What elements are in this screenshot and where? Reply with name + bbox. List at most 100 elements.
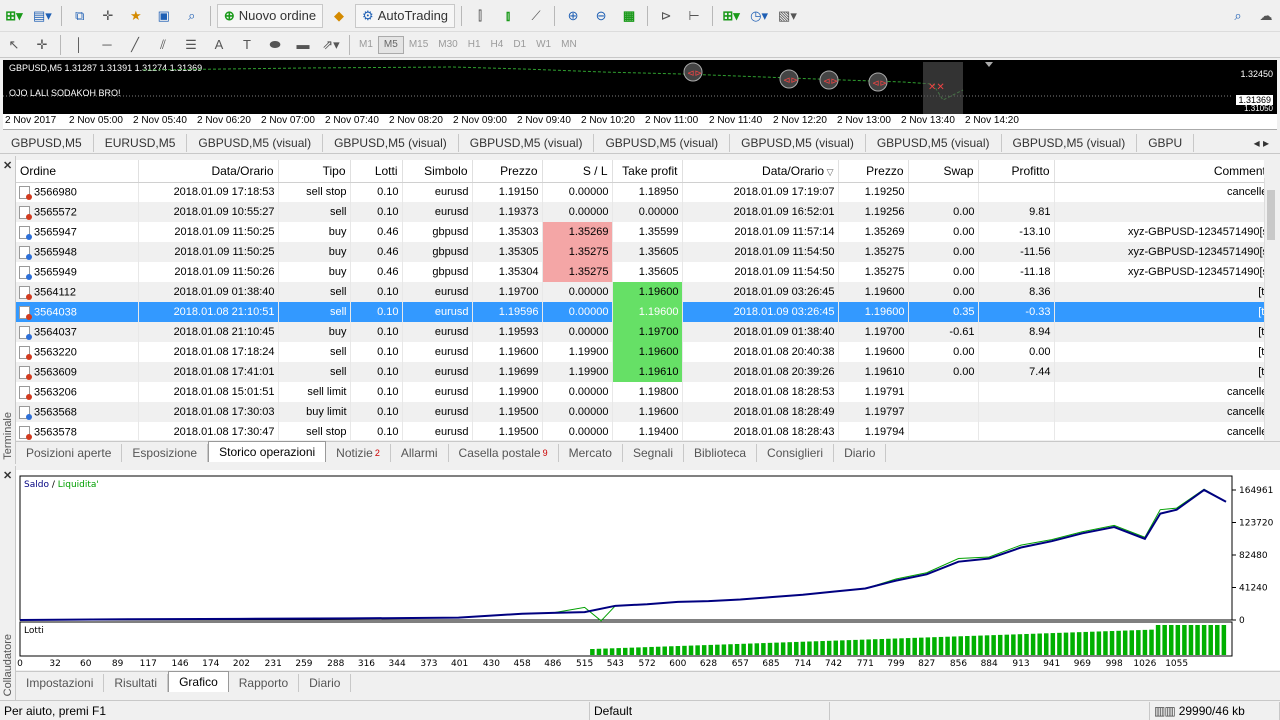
column-header[interactable]: Prezzo: [838, 160, 909, 183]
chart-tab[interactable]: GBPUSD,M5 (visual): [594, 133, 731, 152]
zoom-in-icon[interactable]: ⊕: [561, 4, 585, 28]
chat-icon[interactable]: ☁: [1254, 4, 1278, 28]
timeframe-d1[interactable]: D1: [508, 36, 531, 54]
candlestick-icon[interactable]: ⫾: [496, 4, 520, 28]
tester-tab[interactable]: Rapporto: [229, 673, 300, 692]
arrows-icon[interactable]: ⇗▾: [319, 33, 343, 57]
tester-tab[interactable]: Diario: [299, 673, 352, 692]
timeframe-mn[interactable]: MN: [556, 36, 582, 54]
terminal-icon[interactable]: ▣: [152, 4, 176, 28]
table-row[interactable]: 3563609 2018.01.08 17:41:01 sell 0.10 eurusd…: [16, 362, 1264, 382]
column-header[interactable]: Take profit: [612, 160, 683, 183]
cursor-icon[interactable]: ↖: [2, 33, 26, 57]
equidistant-channel-icon[interactable]: ⫽: [151, 33, 175, 57]
chart-tab[interactable]: GBPUSD,M5 (visual): [187, 133, 324, 152]
data-window-icon[interactable]: ✛: [96, 4, 120, 28]
terminal-close-icon[interactable]: ✕: [3, 159, 12, 172]
table-row[interactable]: 3563568 2018.01.08 17:30:03 buy limit 0.10 e…: [16, 402, 1264, 422]
chart-tab[interactable]: GBPUSD,M5 (visual): [730, 133, 866, 152]
navigator-icon[interactable]: ★: [124, 4, 148, 28]
metaeditor-icon[interactable]: ◆: [327, 4, 351, 28]
tester-tab[interactable]: Impostazioni: [16, 673, 105, 692]
vertical-line-icon[interactable]: │: [67, 33, 91, 57]
terminal-tab[interactable]: Biblioteca: [684, 443, 758, 462]
scrollbar-thumb[interactable]: [1267, 190, 1275, 240]
table-row[interactable]: 3564037 2018.01.08 21:10:45 buy 0.10 eurusd 1…: [16, 322, 1264, 342]
column-header[interactable]: S / L: [542, 160, 613, 183]
terminal-tab[interactable]: Segnali: [623, 443, 685, 462]
terminal-tab[interactable]: Notizie 2: [326, 443, 391, 462]
timeframe-m30[interactable]: M30: [433, 36, 462, 54]
chart-shift-icon[interactable]: ⊢: [682, 4, 706, 28]
table-row[interactable]: 3563220 2018.01.08 17:18:24 sell 0.10 eurusd…: [16, 342, 1264, 362]
timeframe-m15[interactable]: M15: [404, 36, 433, 54]
chart-tab[interactable]: GBPUSD,M5 (visual): [866, 133, 1002, 152]
table-row[interactable]: 3564038 2018.01.08 21:10:51 sell 0.10 eurusd…: [16, 302, 1264, 322]
horizontal-line-icon[interactable]: ─: [95, 33, 119, 57]
column-header[interactable]: Lotti: [350, 160, 403, 183]
periods-icon[interactable]: ◷▾: [747, 4, 771, 28]
column-header[interactable]: Tipo: [278, 160, 351, 183]
timeframe-h1[interactable]: H1: [463, 36, 486, 54]
search-icon[interactable]: ⌕: [1226, 4, 1250, 28]
timeframe-w1[interactable]: W1: [531, 36, 556, 54]
terminal-tab[interactable]: Consiglieri: [757, 443, 835, 462]
price-chart[interactable]: GBPUSD,M5 1.31287 1.31391 1.31274 1.3136…: [3, 60, 1277, 114]
column-header[interactable]: Ordine: [16, 160, 139, 183]
column-header[interactable]: Data/Orario: [138, 160, 279, 183]
terminal-tab[interactable]: Storico operazioni: [208, 441, 327, 462]
terminal-tab[interactable]: Casella postale 9: [449, 443, 559, 462]
fibonacci-icon[interactable]: ☰: [179, 33, 203, 57]
terminal-tab[interactable]: Posizioni aperte: [16, 443, 123, 462]
autotrading-button[interactable]: ⚙ AutoTrading: [355, 3, 456, 28]
tester-tab[interactable]: Grafico: [168, 671, 229, 692]
chart-tab[interactable]: GBPUSD,M5 (visual): [1002, 133, 1138, 152]
auto-scroll-icon[interactable]: ⊳: [654, 4, 678, 28]
terminal-tab[interactable]: Esposizione: [122, 443, 209, 462]
new-order-button[interactable]: ⊕ Nuovo ordine: [216, 3, 324, 28]
crosshair-icon[interactable]: ✛: [30, 33, 54, 57]
tester-tab[interactable]: Risultati: [104, 673, 169, 692]
terminal-tab[interactable]: Allarmi: [391, 443, 449, 462]
table-row[interactable]: 3565949 2018.01.09 11:50:26 buy 0.46 gbpusd 1…: [16, 262, 1264, 282]
tile-windows-icon[interactable]: ▦: [617, 4, 641, 28]
table-row[interactable]: 3565572 2018.01.09 10:55:27 sell 0.10 eurusd…: [16, 202, 1264, 222]
table-row[interactable]: 3566980 2018.01.09 17:18:53 sell stop 0.10 e…: [16, 182, 1264, 202]
market-watch-icon[interactable]: ⧉: [68, 4, 92, 28]
table-row[interactable]: 3563578 2018.01.08 17:30:47 sell stop 0.10 e…: [16, 422, 1264, 440]
column-header[interactable]: Swap: [908, 160, 979, 183]
column-header[interactable]: Commento: [1054, 160, 1264, 183]
timeframe-h4[interactable]: H4: [486, 36, 509, 54]
text-label-icon[interactable]: T: [235, 33, 259, 57]
terminal-scrollbar[interactable]: [1264, 178, 1276, 440]
table-row[interactable]: 3564112 2018.01.09 01:38:40 sell 0.10 eurusd…: [16, 282, 1264, 302]
text-icon[interactable]: A: [207, 33, 231, 57]
chart-tab[interactable]: GBPU: [1137, 133, 1195, 152]
ellipse-icon[interactable]: ⬬: [263, 33, 287, 57]
timeframe-m1[interactable]: M1: [354, 36, 378, 54]
indicators-icon[interactable]: ⊞▾: [719, 4, 743, 28]
terminal-tab[interactable]: Diario: [834, 443, 887, 462]
bar-chart-icon[interactable]: ⫿: [468, 4, 492, 28]
line-chart-icon[interactable]: ⟋: [524, 4, 548, 28]
column-header[interactable]: Simbolo: [402, 160, 473, 183]
column-header[interactable]: Profitto: [978, 160, 1055, 183]
strategy-tester-icon[interactable]: ⌕: [180, 4, 204, 28]
chart-tab[interactable]: EURUSD,M5: [94, 133, 188, 152]
templates-icon[interactable]: ▧▾: [775, 4, 800, 28]
tester-close-icon[interactable]: ✕: [3, 469, 12, 482]
profiles-icon[interactable]: ▤▾: [30, 4, 55, 28]
column-header[interactable]: Data/Orario ▽: [682, 160, 839, 183]
column-header[interactable]: Prezzo: [472, 160, 543, 183]
chart-tab[interactable]: GBPUSD,M5 (visual): [459, 133, 595, 152]
chart-tab[interactable]: GBPUSD,M5: [0, 133, 94, 152]
terminal-tab[interactable]: Mercato: [559, 443, 623, 462]
trend-line-icon[interactable]: ╱: [123, 33, 147, 57]
timeframe-m5[interactable]: M5: [377, 35, 404, 54]
rectangle-icon[interactable]: ▬: [291, 33, 315, 57]
chart-tab[interactable]: GBPUSD,M5 (visual): [323, 133, 459, 152]
chart-tabs-scroll-icon[interactable]: ◂ ▸: [1243, 134, 1280, 152]
table-row[interactable]: 3565948 2018.01.09 11:50:25 buy 0.46 gbpusd 1…: [16, 242, 1264, 262]
table-row[interactable]: 3565947 2018.01.09 11:50:25 buy 0.46 gbpusd 1…: [16, 222, 1264, 242]
table-row[interactable]: 3563206 2018.01.08 15:01:51 sell limit 0.10…: [16, 382, 1264, 402]
